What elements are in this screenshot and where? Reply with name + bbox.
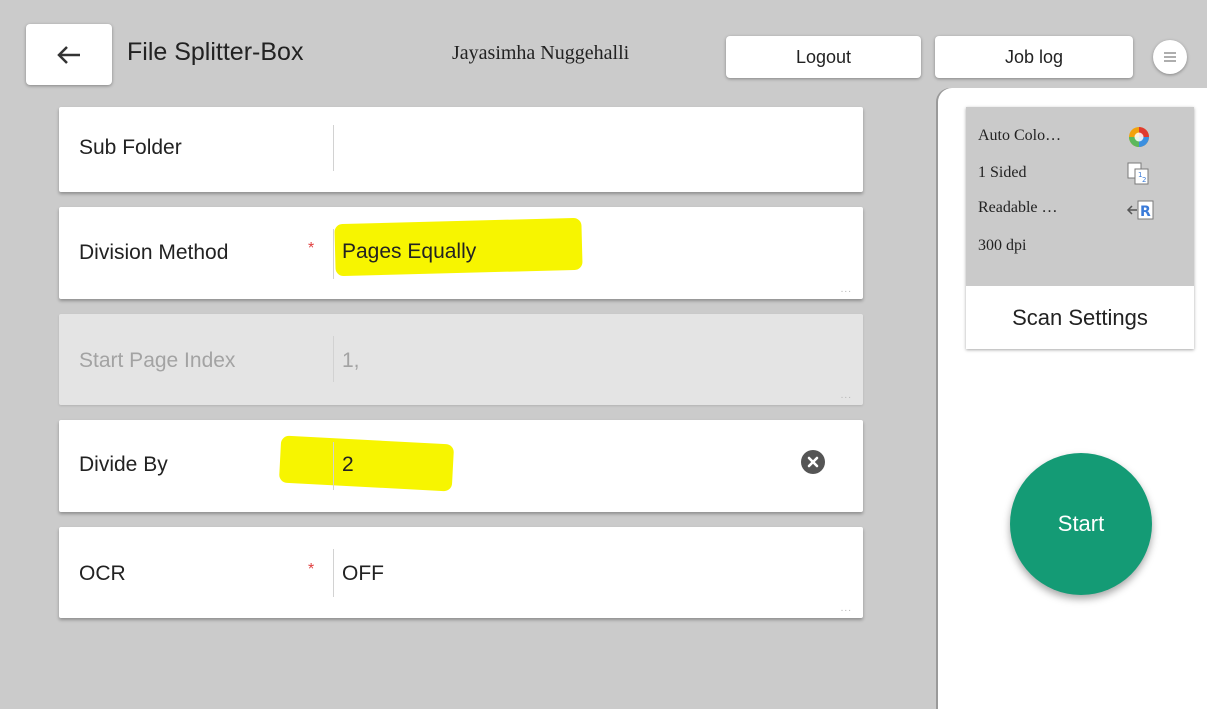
division-method-value[interactable]: Pages Equally — [342, 240, 476, 264]
start-page-index-label: Start Page Index — [79, 349, 236, 372]
job-log-button[interactable]: Job log — [935, 36, 1133, 78]
more-options-icon: ... — [840, 390, 852, 401]
sides-text: 1 Sided — [978, 164, 1027, 181]
division-method-label: Division Method — [79, 241, 229, 264]
user-name: Jayasimha Nuggehalli — [452, 42, 630, 64]
arrow-left-icon — [57, 45, 80, 64]
ocr-row[interactable]: OCR * OFF ... — [59, 527, 863, 618]
scan-settings-card[interactable]: Auto Colo… 1 Sided 1 2 Readable … R 300 … — [966, 107, 1194, 349]
svg-text:R: R — [1140, 204, 1151, 220]
divide-by-value[interactable]: 2 — [342, 453, 354, 477]
divide-by-label: Divide By — [79, 453, 168, 476]
field-separator — [333, 549, 334, 597]
start-button[interactable]: Start — [1010, 453, 1152, 595]
scan-settings-summary: Auto Colo… 1 Sided 1 2 Readable … R 300 … — [966, 107, 1194, 286]
start-page-index-row: Start Page Index 1, ... — [59, 314, 863, 405]
more-options-icon[interactable]: ... — [841, 604, 852, 614]
one-sided-icon: 1 2 — [1126, 160, 1152, 191]
color-mode-text: Auto Colo… — [978, 127, 1062, 144]
more-options-icon[interactable]: ... — [841, 285, 852, 295]
division-method-row[interactable]: Division Method * Pages Equally ... — [59, 207, 863, 299]
highlight-mark — [278, 435, 455, 492]
ocr-label: OCR — [79, 562, 126, 585]
field-separator — [333, 442, 334, 490]
orientation-icon: R — [1126, 198, 1156, 227]
ocr-value[interactable]: OFF — [342, 562, 384, 586]
orientation-text: Readable … — [978, 199, 1058, 216]
app-title: File Splitter-Box — [127, 38, 304, 66]
field-separator — [333, 336, 334, 382]
app-window: File Splitter-Box Jayasimha Nuggehalli L… — [0, 0, 1207, 709]
scan-settings-label: Scan Settings — [1012, 304, 1148, 330]
resolution-text: 300 dpi — [978, 237, 1027, 254]
start-page-index-value: 1, — [342, 349, 360, 372]
logout-button[interactable]: Logout — [726, 36, 921, 78]
svg-text:2: 2 — [1142, 176, 1146, 184]
required-mark: * — [308, 240, 315, 257]
sub-folder-label: Sub Folder — [79, 136, 182, 159]
hamburger-menu-icon — [1164, 52, 1176, 62]
divide-by-row[interactable]: Divide By 2 — [59, 420, 863, 512]
field-separator — [333, 125, 334, 171]
back-button[interactable] — [26, 24, 112, 85]
sub-folder-row[interactable]: Sub Folder — [59, 107, 863, 192]
auto-color-icon — [1126, 124, 1152, 155]
field-separator — [333, 229, 334, 279]
required-mark: * — [308, 561, 315, 578]
menu-button[interactable] — [1153, 40, 1187, 74]
clear-icon[interactable] — [801, 450, 825, 474]
